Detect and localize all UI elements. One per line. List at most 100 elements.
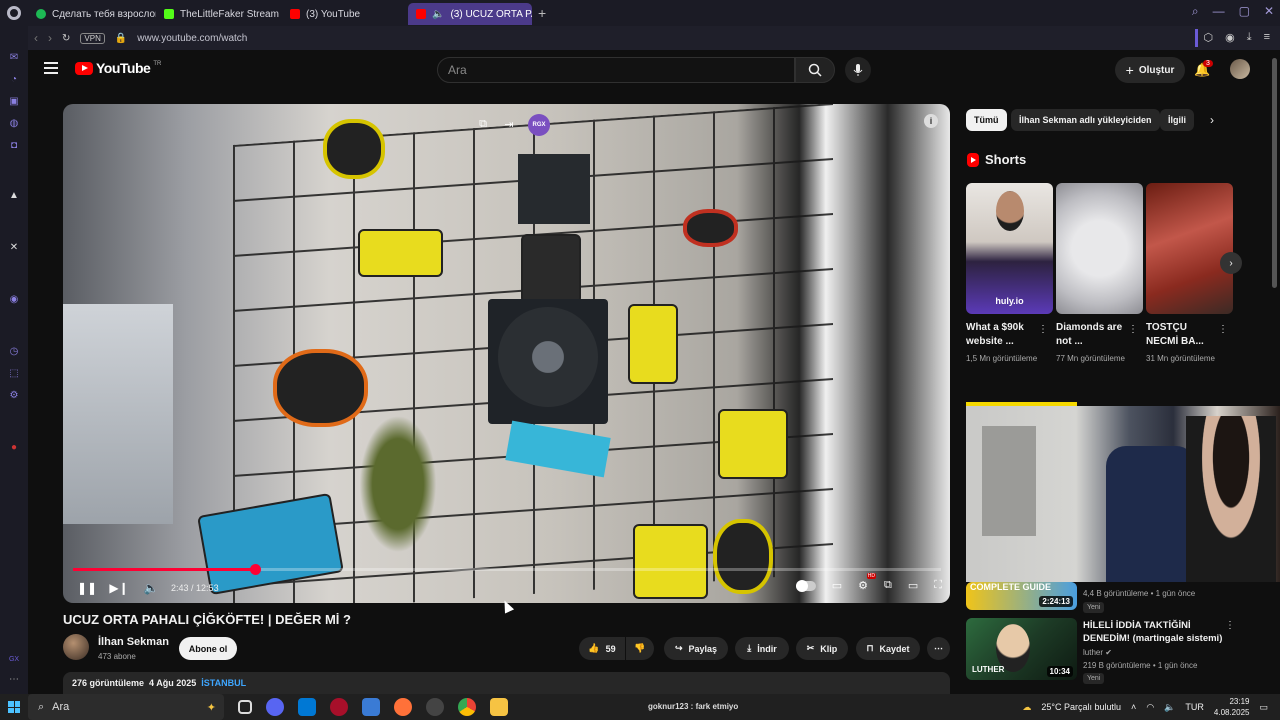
opera-logo-icon[interactable] xyxy=(0,0,28,26)
search-button[interactable] xyxy=(795,57,835,83)
tab-3[interactable]: (3) YouTube xyxy=(282,3,408,25)
short-title[interactable]: Diamonds are not ... xyxy=(1056,321,1126,349)
obs-icon[interactable] xyxy=(426,698,444,716)
more-actions-button[interactable]: ⋯ xyxy=(927,637,950,660)
info-icon[interactable]: i xyxy=(924,114,938,128)
app-window-icon[interactable] xyxy=(362,698,380,716)
chevron-up-icon[interactable]: ˄ xyxy=(1131,702,1136,712)
pause-icon[interactable]: ❚❚ xyxy=(71,581,103,595)
recommendation-thumbnail[interactable]: LUTHER 10:34 xyxy=(966,618,1077,680)
instagram-icon[interactable]: ◘ xyxy=(8,140,20,152)
short-title[interactable]: TOSTÇU NECMİ BA... xyxy=(1146,321,1216,349)
dislike-button[interactable]: 👎 xyxy=(626,637,654,660)
volume-icon[interactable]: 🔈 xyxy=(135,581,167,595)
progress-bar[interactable] xyxy=(73,564,941,575)
search-input[interactable]: Ara xyxy=(437,57,795,83)
description-box[interactable]: 276 görüntüleme 4 Ağu 2025 İSTANBUL xyxy=(63,672,950,694)
search-tabs-icon[interactable]: ⌕ xyxy=(1192,4,1199,19)
channel-name[interactable]: İlhan Sekman xyxy=(98,636,169,648)
whatsapp-icon[interactable]: ◍ xyxy=(8,118,20,130)
tab-active[interactable]: 🔈 (3) UCUZ ORTA PAHA xyxy=(408,3,532,25)
language-indicator[interactable]: TUR xyxy=(1185,702,1204,712)
more-icon[interactable]: ⋯ xyxy=(8,674,20,686)
save-button[interactable]: ⊓ Kaydet xyxy=(856,637,920,660)
red-dot-icon[interactable]: ● xyxy=(8,442,20,454)
maximize-icon[interactable]: ▢ xyxy=(1239,4,1250,19)
channel-avatar[interactable] xyxy=(63,634,89,660)
chip-from-uploader[interactable]: İlhan Sekman adlı yükleyiciden xyxy=(1011,109,1160,131)
short-thumbnail[interactable] xyxy=(1056,183,1143,314)
url-field[interactable]: www.youtube.com/watch xyxy=(137,33,247,44)
new-tab-button[interactable]: + xyxy=(532,5,552,21)
youtube-logo[interactable]: YouTube TR xyxy=(75,60,161,76)
hamburger-menu-icon[interactable] xyxy=(44,62,58,74)
more-vertical-icon[interactable]: ⋮ xyxy=(1225,620,1235,631)
x-twitter-icon[interactable]: ✕ xyxy=(8,242,20,254)
file-explorer-icon[interactable] xyxy=(490,698,508,716)
volume-icon[interactable]: 🔈 xyxy=(1164,702,1175,713)
download-button[interactable]: ⤓ İndir xyxy=(735,637,789,660)
short-title[interactable]: What a $90k website ... xyxy=(966,321,1036,349)
copy-icon[interactable]: ⧉ xyxy=(476,118,490,132)
wallet-icon[interactable]: ▣ xyxy=(8,96,20,108)
clip-button[interactable]: ✂ Klip xyxy=(796,637,848,660)
page-scrollbar[interactable] xyxy=(1272,58,1277,288)
opera-gx-icon[interactable] xyxy=(330,698,348,716)
reload-icon[interactable]: ↻ xyxy=(62,33,70,44)
forward-icon[interactable]: › xyxy=(48,31,52,45)
settings-icon[interactable]: ⚙ xyxy=(8,390,20,402)
voice-search-button[interactable] xyxy=(845,57,871,83)
exit-icon[interactable]: ⇥ xyxy=(502,118,516,132)
clock[interactable]: 23:19 4.08.2025 xyxy=(1214,696,1250,718)
notification-center-icon[interactable]: ▭ xyxy=(1259,702,1268,713)
tabs-icon[interactable]: ⬚ xyxy=(8,368,20,380)
autoplay-toggle[interactable] xyxy=(795,579,816,592)
chrome-icon[interactable] xyxy=(458,698,476,716)
share-button[interactable]: ↪ Paylaş xyxy=(664,637,728,660)
close-icon[interactable]: ✕ xyxy=(1264,4,1274,19)
location-tag[interactable]: İSTANBUL xyxy=(201,678,246,688)
menu-icon[interactable]: ≡ xyxy=(1264,31,1270,44)
start-button[interactable] xyxy=(0,694,28,720)
wifi-icon[interactable]: ◠ xyxy=(1146,702,1154,713)
task-view-icon[interactable] xyxy=(238,700,252,714)
subtitles-icon[interactable]: ▭ xyxy=(832,579,842,592)
recommendation-title[interactable]: HİLELİ İDDİA TAKTİĞİNİ DENEDİM! (marting… xyxy=(1083,619,1223,645)
gx-icon[interactable]: GX xyxy=(8,654,20,666)
tab-2[interactable]: TheLittleFaker Stream - V xyxy=(156,3,282,25)
chip-all[interactable]: Tümü xyxy=(966,109,1007,131)
shorts-next-button[interactable]: › xyxy=(1220,252,1242,274)
tab-1[interactable]: Сделать тебя взрослой - xyxy=(28,3,156,25)
aria-icon[interactable]: ▲ xyxy=(8,190,20,202)
history-icon[interactable]: ◔ xyxy=(8,74,20,86)
short-thumbnail[interactable]: huly.io xyxy=(966,183,1053,314)
theater-mode-icon[interactable]: ▭ xyxy=(908,579,918,592)
like-button[interactable]: 👍 59 xyxy=(579,637,625,660)
video-player[interactable]: ⧉ ⇥ RGX i ❚❚ ▶❙ 🔈 2:43 / 12:53 ▭ ⚙ HD ⧉ ▭… xyxy=(63,104,950,603)
user-avatar[interactable] xyxy=(1230,59,1250,79)
firefox-icon[interactable] xyxy=(394,698,412,716)
short-thumbnail[interactable] xyxy=(1146,183,1233,314)
minimize-icon[interactable]: — xyxy=(1213,4,1225,19)
taskbar-search[interactable]: ⌕ Ara ✦ xyxy=(28,694,224,720)
weather-text[interactable]: 25°C Parçalı bulutlu xyxy=(1041,702,1121,712)
messenger-icon[interactable]: ✉ xyxy=(8,52,20,64)
download-icon[interactable]: ⤓ xyxy=(1247,31,1252,44)
outlook-icon[interactable] xyxy=(298,698,316,716)
more-vertical-icon[interactable]: ⋮ xyxy=(1218,324,1228,335)
profile-icon[interactable]: ◉ xyxy=(1225,31,1235,44)
next-icon[interactable]: ▶❙ xyxy=(103,581,135,595)
back-icon[interactable]: ‹ xyxy=(34,31,38,45)
extensions-icon[interactable]: ⬡ xyxy=(1203,31,1213,44)
discord-icon[interactable] xyxy=(266,698,284,716)
player-icon[interactable]: ◉ xyxy=(8,294,20,306)
settings-gear-icon[interactable]: ⚙ HD xyxy=(858,573,877,592)
create-button[interactable]: + Oluştur xyxy=(1115,57,1185,83)
fullscreen-icon[interactable]: ⛶ xyxy=(934,579,942,592)
more-vertical-icon[interactable]: ⋮ xyxy=(1038,324,1048,335)
chevron-right-icon[interactable]: › xyxy=(1210,113,1214,127)
miniplayer-icon[interactable]: ⧉ xyxy=(884,579,892,592)
vpn-badge[interactable]: VPN xyxy=(80,32,105,44)
chip-related[interactable]: İlgili xyxy=(1160,109,1194,131)
recommendation-thumbnail[interactable]: COMPLETE GUIDE 2:24:13 xyxy=(966,582,1077,610)
